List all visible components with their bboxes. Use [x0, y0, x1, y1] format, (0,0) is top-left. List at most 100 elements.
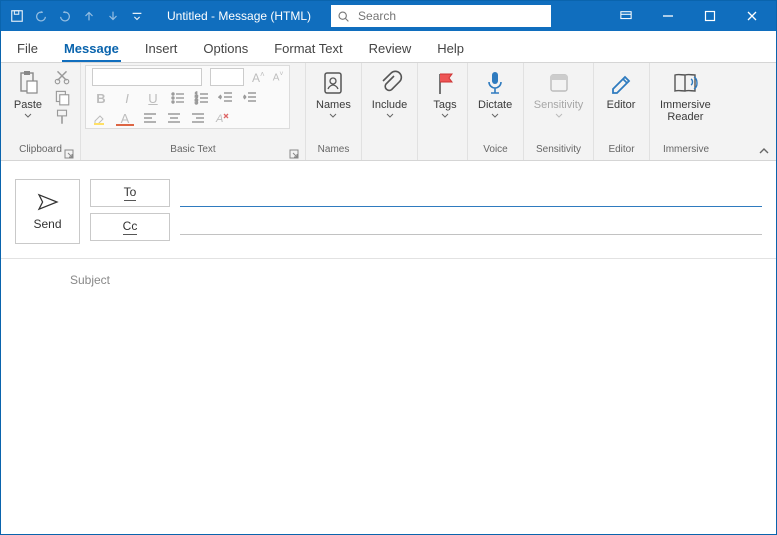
dictate-button[interactable]: Dictate — [472, 65, 518, 121]
format-painter-icon[interactable] — [53, 109, 71, 125]
group-basic-text: A˄ A˅ B I U 123 A — [81, 63, 306, 160]
cc-button[interactable]: Cc — [90, 213, 170, 241]
address-book-icon — [319, 69, 347, 97]
ribbon: Paste Clipboard A˄ A˅ — [1, 63, 776, 161]
group-sensitivity: Sensitivity Sensitivity — [524, 63, 594, 160]
chevron-down-icon — [441, 113, 449, 119]
quick-access-toolbar — [1, 6, 153, 26]
chevron-down-icon — [491, 113, 499, 119]
dialog-launcher-icon[interactable] — [64, 149, 74, 159]
window-title: Untitled - Message (HTML) — [153, 9, 325, 23]
title-bar: Untitled - Message (HTML) — [1, 1, 776, 31]
ribbon-tabs: File Message Insert Options Format Text … — [1, 31, 776, 63]
compose-header: Send To Cc — [1, 161, 776, 259]
immersive-reader-icon — [671, 69, 699, 97]
window-controls — [606, 1, 776, 31]
group-tags: Tags — [418, 63, 468, 160]
group-names-label: Names — [310, 144, 357, 160]
bold-button[interactable]: B — [92, 91, 110, 106]
group-immersive-label: Immersive — [654, 144, 718, 160]
up-arrow-icon[interactable] — [79, 6, 99, 26]
increase-indent-icon[interactable] — [242, 90, 258, 106]
paste-button[interactable]: Paste — [5, 65, 51, 121]
align-center-icon[interactable] — [166, 110, 182, 126]
sensitivity-icon — [545, 69, 573, 97]
shrink-font-icon[interactable]: A˅ — [273, 71, 284, 83]
group-sensitivity-label: Sensitivity — [528, 144, 589, 160]
group-names: Names Names — [306, 63, 362, 160]
sensitivity-button: Sensitivity — [528, 65, 589, 121]
search-box[interactable] — [331, 5, 551, 27]
send-icon — [37, 193, 59, 211]
tab-review[interactable]: Review — [367, 35, 414, 62]
collapse-ribbon-icon[interactable] — [758, 146, 770, 156]
tab-help[interactable]: Help — [435, 35, 466, 62]
align-left-icon[interactable] — [142, 110, 158, 126]
close-icon[interactable] — [732, 1, 772, 31]
down-arrow-icon[interactable] — [103, 6, 123, 26]
maximize-icon[interactable] — [690, 1, 730, 31]
undo-icon[interactable] — [31, 6, 51, 26]
grow-font-icon[interactable]: A˄ — [252, 70, 265, 85]
highlight-icon[interactable] — [92, 110, 108, 126]
send-button[interactable]: Send — [15, 179, 80, 244]
group-clipboard-label: Clipboard — [5, 144, 76, 160]
subject-row: Subject — [1, 259, 776, 303]
tab-message[interactable]: Message — [62, 35, 121, 62]
decrease-indent-icon[interactable] — [218, 90, 234, 106]
save-icon[interactable] — [7, 6, 27, 26]
group-editor: Editor Editor — [594, 63, 650, 160]
underline-button[interactable]: U — [144, 91, 162, 106]
group-clipboard: Paste Clipboard — [1, 63, 81, 160]
group-editor-label: Editor — [598, 144, 645, 160]
group-include: Include — [362, 63, 418, 160]
tab-options[interactable]: Options — [201, 35, 250, 62]
group-basic-text-label: Basic Text — [85, 144, 301, 160]
group-immersive: Immersive Reader Immersive — [650, 63, 722, 160]
font-controls: A˄ A˅ B I U 123 A — [85, 65, 290, 129]
editor-icon — [607, 69, 635, 97]
minimize-icon[interactable] — [648, 1, 688, 31]
group-voice: Dictate Voice — [468, 63, 524, 160]
to-button[interactable]: To — [90, 179, 170, 207]
redo-icon[interactable] — [55, 6, 75, 26]
search-icon — [337, 10, 350, 23]
tab-insert[interactable]: Insert — [143, 35, 180, 62]
chevron-down-icon — [555, 113, 563, 119]
tags-button[interactable]: Tags — [422, 65, 468, 121]
chevron-down-icon — [24, 113, 32, 119]
font-color-icon[interactable]: A — [116, 111, 134, 126]
cut-icon[interactable] — [53, 69, 71, 85]
subject-field[interactable] — [177, 272, 762, 288]
attach-icon — [376, 69, 404, 97]
numbering-icon[interactable]: 123 — [194, 90, 210, 106]
svg-text:A: A — [215, 113, 223, 125]
svg-text:3: 3 — [195, 100, 198, 106]
tab-file[interactable]: File — [15, 35, 40, 62]
search-input[interactable] — [356, 8, 545, 24]
ribbon-display-options-icon[interactable] — [606, 1, 646, 31]
italic-button[interactable]: I — [118, 91, 136, 106]
immersive-reader-button[interactable]: Immersive Reader — [654, 65, 717, 125]
font-size-combo[interactable] — [210, 68, 244, 86]
flag-icon — [431, 69, 459, 97]
chevron-down-icon — [386, 113, 394, 119]
font-family-combo[interactable] — [92, 68, 202, 86]
cc-field[interactable] — [180, 214, 762, 228]
subject-label: Subject — [15, 273, 165, 287]
include-button[interactable]: Include — [366, 65, 413, 121]
editor-button[interactable]: Editor — [598, 65, 644, 113]
group-voice-label: Voice — [472, 144, 519, 160]
qat-customize-icon[interactable] — [127, 6, 147, 26]
bullets-icon[interactable] — [170, 90, 186, 106]
names-button[interactable]: Names — [310, 65, 357, 121]
microphone-icon — [481, 69, 509, 97]
dialog-launcher-icon[interactable] — [289, 149, 299, 159]
paste-icon — [14, 69, 42, 97]
align-right-icon[interactable] — [190, 110, 206, 126]
tab-format-text[interactable]: Format Text — [272, 35, 344, 62]
to-field[interactable] — [180, 186, 762, 200]
copy-icon[interactable] — [53, 89, 71, 105]
chevron-down-icon — [329, 113, 337, 119]
clear-formatting-icon[interactable]: A — [214, 110, 230, 126]
